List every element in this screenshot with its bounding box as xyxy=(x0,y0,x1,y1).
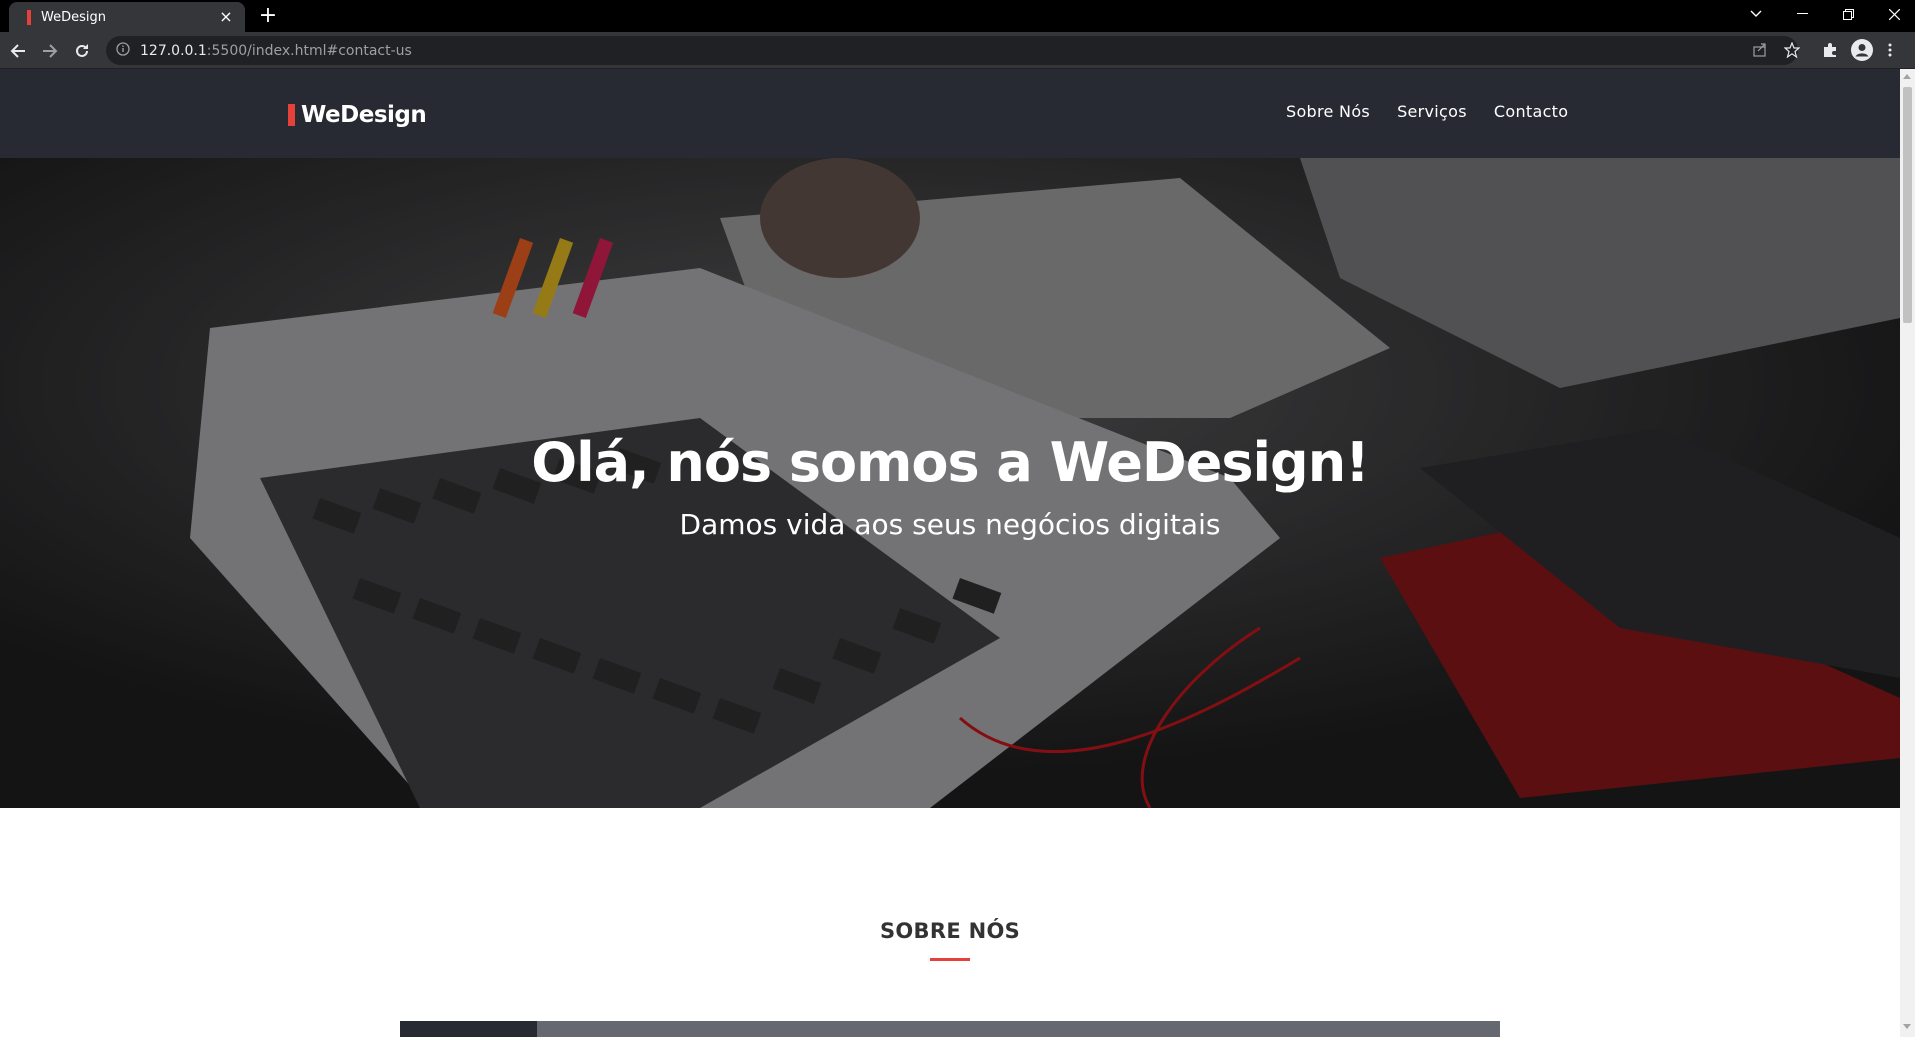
site-info-icon[interactable] xyxy=(116,41,130,60)
about-section-title: SOBRE NÓS xyxy=(879,919,1021,943)
scroll-down-icon[interactable] xyxy=(1903,1024,1911,1029)
browser-tab[interactable]: WeDesign × xyxy=(9,2,245,32)
title-underline-accent xyxy=(930,958,970,961)
page-scrollbar[interactable] xyxy=(1900,69,1915,1037)
forward-arrow-icon[interactable] xyxy=(36,38,64,64)
site-logo[interactable]: WeDesign xyxy=(288,102,427,128)
tab-search-icon[interactable] xyxy=(1733,0,1779,28)
address-bar[interactable]: 127.0.0.1:5500/index.html#contact-us xyxy=(106,36,1798,65)
close-window-icon[interactable] xyxy=(1871,0,1915,28)
minimize-icon[interactable] xyxy=(1779,0,1825,28)
url-text: 127.0.0.1:5500/index.html#contact-us xyxy=(140,43,412,59)
extensions-puzzle-icon[interactable] xyxy=(1815,36,1845,64)
new-tab-button[interactable]: + xyxy=(256,4,280,28)
bookmark-star-icon[interactable] xyxy=(1777,36,1807,64)
favicon-icon xyxy=(27,9,31,25)
browser-menu-icon[interactable] xyxy=(1880,36,1900,64)
tab-title: WeDesign xyxy=(41,9,106,25)
scroll-up-icon[interactable] xyxy=(1903,74,1911,79)
close-tab-icon[interactable]: × xyxy=(217,8,235,26)
about-content-dark-panel xyxy=(400,1021,537,1037)
url-host: 127.0.0.1 xyxy=(140,42,207,59)
logo-accent-bar xyxy=(288,104,295,126)
restore-icon[interactable] xyxy=(1825,0,1871,28)
nav-link-contacto[interactable]: Contacto xyxy=(1494,102,1568,121)
site-header: WeDesign Sobre Nós Serviços Contacto xyxy=(0,69,1900,158)
profile-avatar-icon[interactable] xyxy=(1847,36,1877,64)
back-arrow-icon[interactable] xyxy=(4,38,32,64)
reload-icon[interactable] xyxy=(68,38,96,64)
browser-toolbar: 127.0.0.1:5500/index.html#contact-us xyxy=(0,32,1915,69)
nav-link-servicos[interactable]: Serviços xyxy=(1397,102,1467,121)
main-nav: Sobre Nós Serviços Contacto xyxy=(1286,102,1568,121)
page-viewport: WeDesign Sobre Nós Serviços Contacto Olá… xyxy=(0,69,1900,1037)
browser-tab-strip: WeDesign × + xyxy=(0,0,1915,32)
hero-subtitle: Damos vida aos seus negócios digitais xyxy=(679,508,1221,541)
about-content-block xyxy=(400,1021,1500,1037)
nav-link-sobre-nos[interactable]: Sobre Nós xyxy=(1286,102,1370,121)
url-path: :5500/index.html#contact-us xyxy=(206,42,412,59)
scrollbar-thumb[interactable] xyxy=(1903,87,1912,323)
share-icon[interactable] xyxy=(1745,36,1775,64)
hero-title: Olá, nós somos a WeDesign! xyxy=(531,431,1370,494)
hero-section: Olá, nós somos a WeDesign! Damos vida ao… xyxy=(0,158,1900,808)
logo-text: WeDesign xyxy=(301,102,427,128)
